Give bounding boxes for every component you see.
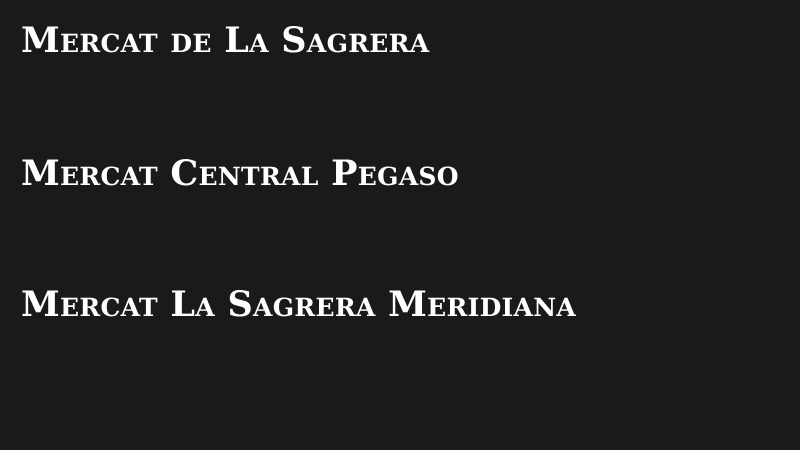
market-item-mercat-la-sagrera-meridiana[interactable]: Mercat La Sagrera Meridiana: [21, 285, 576, 325]
market-list: Mercat de La Sagrera Mercat Central Pega…: [21, 0, 791, 450]
market-item-mercat-de-la-sagrera[interactable]: Mercat de La Sagrera: [21, 21, 429, 61]
market-item-mercat-central-pegaso[interactable]: Mercat Central Pegaso: [21, 154, 459, 194]
